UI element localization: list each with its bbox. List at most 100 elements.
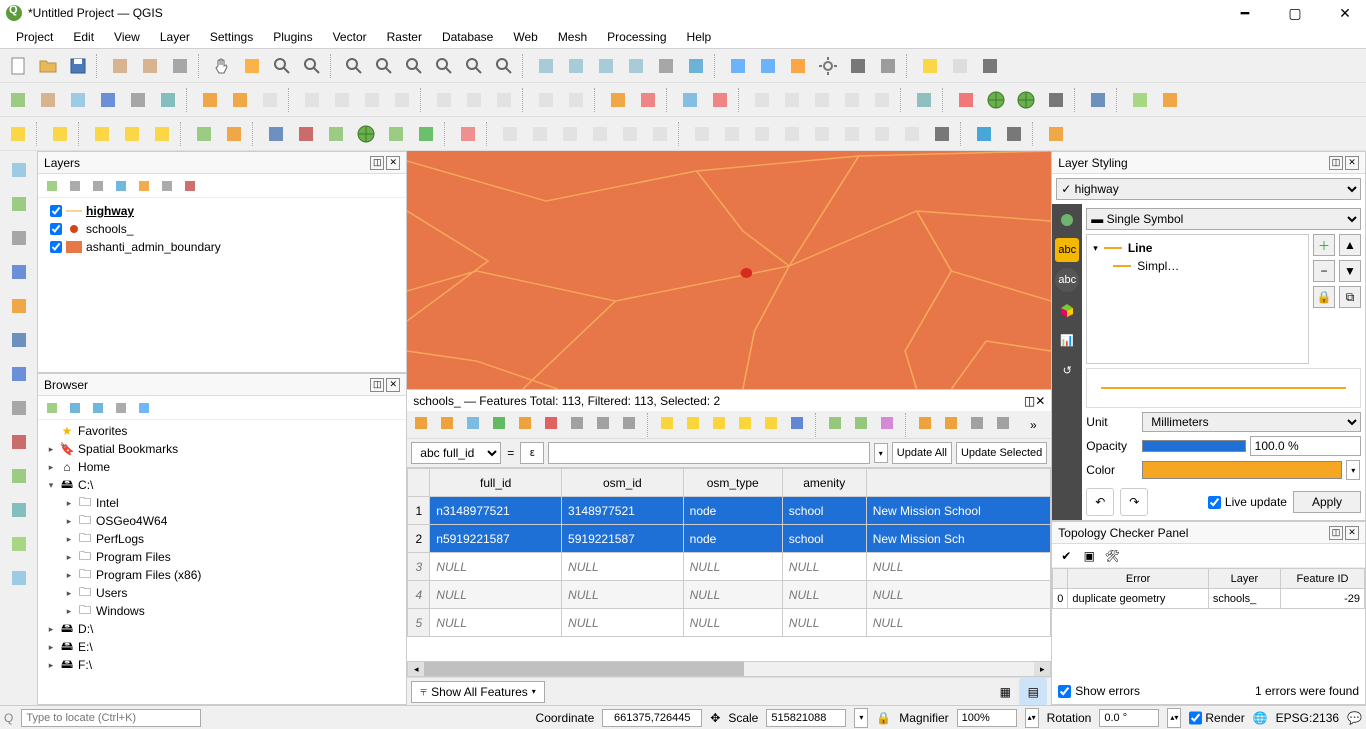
add-wms-icon[interactable] [4,495,34,525]
new-shapefile-icon[interactable] [64,86,92,114]
text-annotation-icon[interactable] [976,52,1004,80]
zoom-last-icon[interactable] [460,52,488,80]
filter-value-input[interactable] [548,442,869,464]
new-vector-icon[interactable] [4,86,32,114]
layer-row-highway[interactable]: highway [42,202,402,220]
attr-paste-icon[interactable] [619,413,643,437]
help-icon[interactable] [1084,86,1112,114]
symbol-child-label[interactable]: Simpl… [1137,259,1179,273]
row-number[interactable]: 4 [408,581,430,609]
tree-expand-icon[interactable]: ▾ [46,480,56,491]
attr-reload-icon[interactable] [489,413,513,437]
table-row[interactable]: 5NULLNULLNULLNULLNULL [408,609,1051,637]
browser-item-osgeo4w64[interactable]: ▸🗀OSGeo4W64 [40,512,404,530]
attr-multiedit-icon[interactable] [437,413,461,437]
overflow2-icon[interactable] [1000,120,1028,148]
pan-selection-icon[interactable] [238,52,266,80]
plugin-a-icon[interactable] [1126,86,1154,114]
add-symbol-layer-button[interactable]: ＋ [1313,234,1335,256]
attr-invert-sel-icon[interactable] [709,413,733,437]
cut-features-icon[interactable] [430,86,458,114]
table-view-button[interactable]: ▤ [1019,678,1047,706]
sp2-icon[interactable] [526,120,554,148]
invert-selection-icon[interactable] [148,120,176,148]
tree-expand-icon[interactable]: ▸ [46,642,56,653]
attr-deselect-icon[interactable] [735,413,759,437]
plugin-nav-icon[interactable] [382,120,410,148]
live-update-checkbox[interactable]: Live update [1208,495,1287,509]
sp14-icon[interactable] [898,120,926,148]
tree-expand-icon[interactable]: ▸ [64,516,74,527]
web-binoculars-icon[interactable] [1042,86,1070,114]
crs-icon[interactable]: 🌐 [1253,711,1268,725]
redo-icon[interactable] [562,86,590,114]
undo-icon[interactable] [532,86,560,114]
open-attr-table-icon[interactable] [754,52,782,80]
attr-cut-icon[interactable] [567,413,591,437]
diagram-tool-icon[interactable] [634,86,662,114]
tc-undock-button[interactable]: ◫ [1329,526,1343,540]
grass-icon[interactable] [292,120,320,148]
layer-visibility-checkbox[interactable] [50,223,62,235]
tree-expand-icon[interactable]: ▸ [64,588,74,599]
row-number[interactable]: 1 [408,497,430,525]
menu-help[interactable]: Help [677,28,722,46]
table-row[interactable]: 2n59192215875919221587nodeschoolNew Miss… [408,525,1051,553]
sp12-icon[interactable] [838,120,866,148]
tree-expand-icon[interactable]: ▸ [46,660,56,671]
configure-rules-icon[interactable]: 🛠 [1102,546,1122,566]
no-action-icon[interactable] [946,52,974,80]
add-layer-icon[interactable] [42,398,62,418]
add-wcs-icon[interactable] [4,563,34,593]
opacity-slider[interactable] [1142,440,1245,452]
show-errors-checkbox[interactable]: Show errors [1058,684,1140,698]
add-feature-icon[interactable] [298,86,326,114]
field-calc-icon[interactable] [784,52,812,80]
expression-button[interactable]: ε [520,442,544,464]
attr-filter-sel-icon[interactable] [761,413,785,437]
menu-vector[interactable]: Vector [323,28,377,46]
select-rect-icon[interactable] [4,120,32,148]
column-header[interactable]: amenity [782,469,866,497]
show-layout-manager-icon[interactable] [136,52,164,80]
new-bookmark-icon[interactable] [592,52,620,80]
highlight-labels-icon[interactable] [748,86,776,114]
tree-expand-icon[interactable]: ▸ [64,498,74,509]
menu-layer[interactable]: Layer [150,28,200,46]
attr-copy-icon[interactable] [593,413,617,437]
run-checks-icon[interactable] [1042,120,1070,148]
collapse-browser-icon[interactable] [111,398,131,418]
pin-labels-icon[interactable] [676,86,704,114]
labels-tab-icon[interactable]: abc [1055,238,1079,262]
undo-style-button[interactable]: ↶ [1086,488,1114,516]
browser-item-home[interactable]: ▸⌂Home [40,458,404,476]
browser-undock-button[interactable]: ◫ [370,378,384,392]
zoom-next-icon[interactable] [490,52,518,80]
add-delimited-icon[interactable] [4,291,34,321]
validate-extent-icon[interactable]: ▣ [1079,546,1099,566]
collapse-all-icon[interactable] [157,176,177,196]
expand-all-icon[interactable] [134,176,154,196]
attr-close-button[interactable]: ✕ [1035,394,1045,408]
attr-zoom-sel-icon[interactable] [825,413,849,437]
layers-close-button[interactable]: ✕ [386,156,400,170]
scale-dropdown-button[interactable]: ▾ [854,708,868,728]
zoom-native-icon[interactable] [430,52,458,80]
attr-highlight-icon[interactable] [877,413,901,437]
python-console-icon[interactable] [262,120,290,148]
messages-icon[interactable]: 💬 [1347,711,1362,725]
attr-save-edits-icon[interactable] [463,413,487,437]
plugin-globe-icon[interactable] [352,120,380,148]
close-button[interactable]: ✕ [1330,3,1360,23]
update-all-button[interactable]: Update All [892,442,952,464]
layer-visibility-checkbox[interactable] [50,205,62,217]
attr-delete-feature-icon[interactable] [541,413,565,437]
select-all-icon[interactable] [118,120,146,148]
refresh-icon[interactable] [682,52,710,80]
browser-item-f--[interactable]: ▸🖴F:\ [40,656,404,674]
sp13-icon[interactable] [868,120,896,148]
quick-find-icon[interactable] [970,120,998,148]
add-group-icon[interactable] [65,176,85,196]
tree-expand-icon[interactable]: ▸ [64,534,74,545]
filter-legend-icon[interactable] [111,176,131,196]
